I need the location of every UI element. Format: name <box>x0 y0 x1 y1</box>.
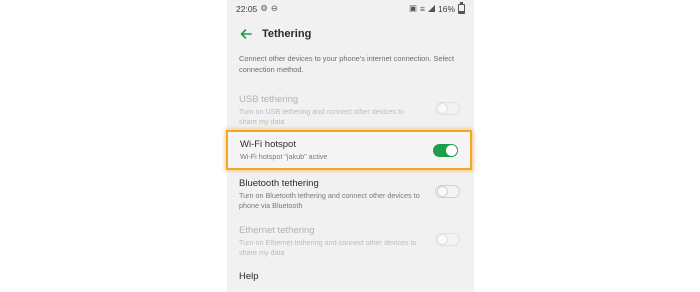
usb-tethering-title: USB tethering <box>239 94 299 105</box>
app-bar: Tethering <box>227 24 474 44</box>
usb-status-icon: ⚙ <box>260 3 268 13</box>
status-time: 22:05 <box>236 3 258 14</box>
notification-icon: ▣ <box>408 3 418 13</box>
signal-icon <box>427 5 435 12</box>
tethering-options-list: USB tethering Turn on USB tethering and … <box>227 89 474 133</box>
phone-screen-lower: Bluetooth tethering Turn on Bluetooth te… <box>227 173 474 292</box>
status-bar: 22:05 ⚙ ⊖ ▣ ≡ 16% <box>227 0 474 17</box>
usb-tethering-row: USB tethering Turn on USB tethering and … <box>227 89 474 133</box>
ethernet-tethering-title: Ethernet tethering <box>239 225 315 236</box>
wifi-status-icon: ≡ <box>420 3 425 14</box>
battery-percent: 16% <box>437 3 455 14</box>
help-link[interactable]: Help <box>239 271 259 282</box>
bluetooth-tethering-subtitle: Turn on Bluetooth tethering and connect … <box>239 191 420 210</box>
do-not-disturb-icon: ⊖ <box>270 3 279 13</box>
bluetooth-tethering-row[interactable]: Bluetooth tethering Turn on Bluetooth te… <box>227 173 474 217</box>
wifi-hotspot-highlight: Wi-Fi hotspot Wi-Fi hotspot "jakub" acti… <box>226 130 472 170</box>
back-arrow-icon[interactable] <box>239 27 253 41</box>
ethernet-tethering-row: Ethernet tethering Turn on Ethernet teth… <box>227 220 474 264</box>
page-description: Connect other devices to your phone's in… <box>239 54 455 74</box>
bluetooth-tethering-title: Bluetooth tethering <box>239 178 319 189</box>
wifi-hotspot-title: Wi-Fi hotspot <box>240 139 296 150</box>
bluetooth-tethering-toggle[interactable] <box>435 185 460 198</box>
usb-tethering-subtitle: Turn on USB tethering and connect other … <box>239 107 405 126</box>
battery-icon <box>458 1 465 14</box>
wifi-hotspot-subtitle: Wi-Fi hotspot "jakub" active <box>240 152 328 161</box>
wifi-hotspot-toggle[interactable] <box>433 144 458 157</box>
page-title: Tethering <box>262 28 312 40</box>
ethernet-tethering-subtitle: Turn on Ethernet tethering and connect o… <box>239 238 417 257</box>
ethernet-tethering-toggle <box>435 233 460 246</box>
usb-tethering-toggle <box>435 102 460 115</box>
